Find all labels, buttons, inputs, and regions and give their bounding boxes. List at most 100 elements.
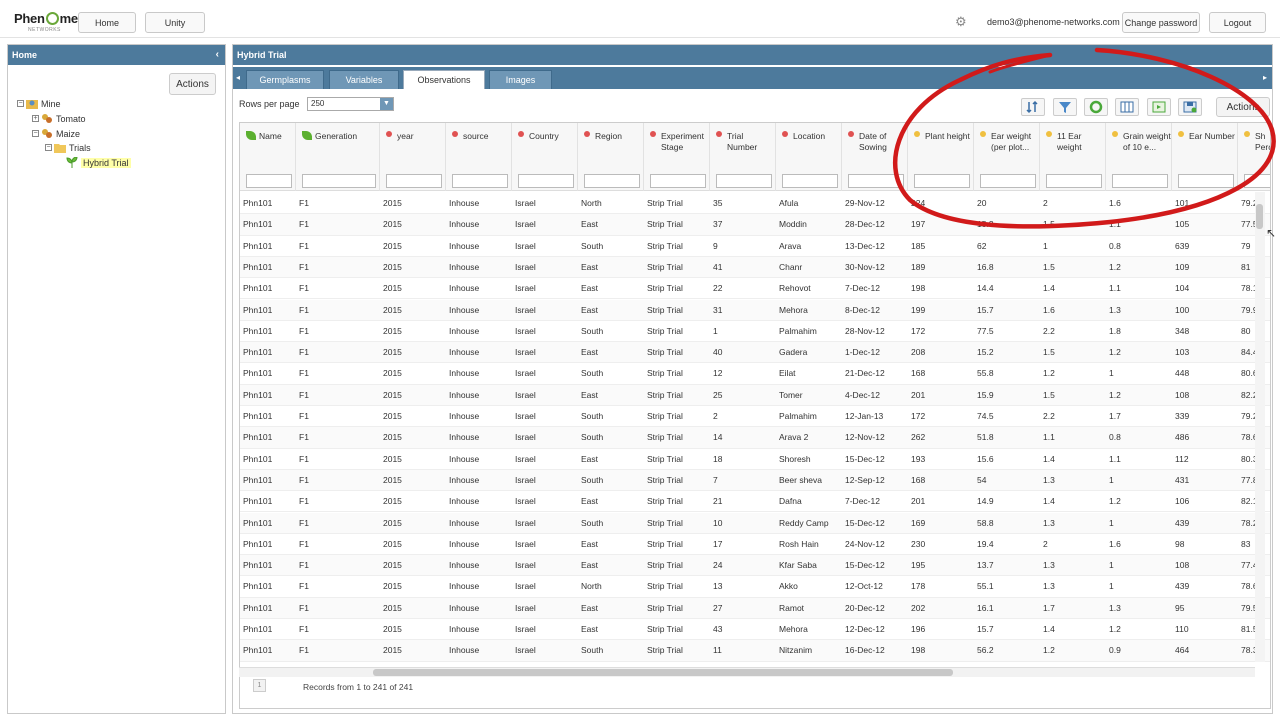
gear-icon[interactable]: ⚙ xyxy=(955,15,967,28)
table-cell[interactable]: 1.1 xyxy=(1106,278,1172,299)
table-cell[interactable]: 51.8 xyxy=(974,427,1040,448)
table-cell[interactable]: Inhouse xyxy=(446,576,512,597)
table-cell[interactable]: Israel xyxy=(512,640,578,661)
table-cell[interactable]: 2015 xyxy=(380,300,446,321)
table-row[interactable]: Phn101 F1 2015 Inhouse Israel North Strip Tria… xyxy=(240,193,1270,215)
table-cell[interactable]: 168 xyxy=(908,470,974,491)
table-cell[interactable]: 58.8 xyxy=(974,513,1040,534)
table-cell[interactable]: 106 xyxy=(1172,491,1238,512)
table-row[interactable]: Phn101 F1 2015 Inhouse Israel South Strip Tria… xyxy=(240,363,1270,385)
table-cell[interactable]: North xyxy=(578,193,644,214)
table-cell[interactable]: 1.2 xyxy=(1106,491,1172,512)
table-cell[interactable]: Inhouse xyxy=(446,278,512,299)
table-cell[interactable]: Inhouse xyxy=(446,236,512,257)
table-row[interactable]: Phn101 F1 2015 Inhouse Israel South Strip Tria… xyxy=(240,512,1270,534)
table-cell[interactable]: 17 xyxy=(710,534,776,555)
table-cell[interactable]: Mehora xyxy=(776,619,842,640)
table-cell[interactable]: 14.4 xyxy=(974,278,1040,299)
table-cell[interactable]: 20 xyxy=(974,193,1040,214)
table-cell[interactable]: 24 xyxy=(710,555,776,576)
collapse-sidebar-icon[interactable]: ‹ xyxy=(216,45,219,65)
column-header[interactable]: Experiment Stage xyxy=(644,123,710,191)
table-cell[interactable]: 2015 xyxy=(380,257,446,278)
table-cell[interactable]: 2015 xyxy=(380,470,446,491)
table-cell[interactable]: 2.2 xyxy=(1040,406,1106,427)
table-cell[interactable]: East xyxy=(578,300,644,321)
table-cell[interactable]: 1.6 xyxy=(1106,193,1172,214)
table-cell[interactable]: 1.1 xyxy=(1106,214,1172,235)
table-row[interactable]: Phn101 F1 2015 Inhouse Israel East Strip Trial… xyxy=(240,342,1270,364)
column-filter-input[interactable] xyxy=(386,174,442,188)
table-cell[interactable]: F1 xyxy=(296,534,380,555)
table-cell[interactable]: East xyxy=(578,385,644,406)
table-cell[interactable]: 168 xyxy=(908,363,974,384)
table-cell[interactable]: 1.3 xyxy=(1040,555,1106,576)
table-cell[interactable]: Palmahim xyxy=(776,321,842,342)
table-row[interactable]: Phn101 F1 2015 Inhouse Israel East Strip Trial… xyxy=(240,491,1270,513)
table-cell[interactable]: 21 xyxy=(710,491,776,512)
table-cell[interactable]: F1 xyxy=(296,385,380,406)
table-cell[interactable]: 1-Dec-12 xyxy=(842,342,908,363)
table-cell[interactable]: 201 xyxy=(908,491,974,512)
table-cell[interactable]: 2015 xyxy=(380,363,446,384)
table-cell[interactable]: 198 xyxy=(908,278,974,299)
table-cell[interactable]: Phn101 xyxy=(240,534,296,555)
table-cell[interactable]: 1.4 xyxy=(1040,449,1106,470)
table-cell[interactable]: 29-Nov-12 xyxy=(842,193,908,214)
table-cell[interactable]: 262 xyxy=(908,427,974,448)
table-cell[interactable]: East xyxy=(578,449,644,470)
table-cell[interactable]: Ramot xyxy=(776,598,842,619)
table-cell[interactable]: Arava 2 xyxy=(776,427,842,448)
table-cell[interactable]: 202 xyxy=(908,598,974,619)
collapse-icon[interactable]: − xyxy=(45,144,52,151)
filter-icon[interactable] xyxy=(1053,98,1077,116)
table-cell[interactable]: Israel xyxy=(512,576,578,597)
change-password-button[interactable]: Change password xyxy=(1122,12,1200,33)
table-cell[interactable]: Israel xyxy=(512,598,578,619)
table-cell[interactable]: Israel xyxy=(512,342,578,363)
table-row[interactable]: Phn101 F1 2015 Inhouse Israel East Strip Trial… xyxy=(240,449,1270,470)
table-cell[interactable]: 21-Dec-12 xyxy=(842,363,908,384)
column-header[interactable]: Plant height xyxy=(908,123,974,191)
table-cell[interactable]: 2015 xyxy=(380,278,446,299)
table-cell[interactable]: F1 xyxy=(296,257,380,278)
table-cell[interactable]: 101 xyxy=(1172,193,1238,214)
table-cell[interactable]: 1 xyxy=(1106,470,1172,491)
table-cell[interactable]: 348 xyxy=(1172,321,1238,342)
table-cell[interactable]: East xyxy=(578,491,644,512)
tab-variables[interactable]: Variables xyxy=(329,70,399,89)
tab-germplasms[interactable]: Germplasms xyxy=(246,70,324,89)
table-cell[interactable]: 103 xyxy=(1172,342,1238,363)
table-cell[interactable]: Rosh Hain xyxy=(776,534,842,555)
table-cell[interactable]: South xyxy=(578,513,644,534)
table-cell[interactable]: 2015 xyxy=(380,449,446,470)
column-header[interactable]: Location xyxy=(776,123,842,191)
columns-icon[interactable] xyxy=(1115,98,1139,116)
table-row[interactable]: Phn101 F1 2015 Inhouse Israel East Strip Trial… xyxy=(240,597,1270,619)
table-cell[interactable]: 208 xyxy=(908,342,974,363)
table-cell[interactable]: Nitzanim xyxy=(776,640,842,661)
table-cell[interactable]: 16.1 xyxy=(974,598,1040,619)
unity-button[interactable]: Unity xyxy=(145,12,205,33)
table-cell[interactable]: 1 xyxy=(710,321,776,342)
table-cell[interactable]: Israel xyxy=(512,513,578,534)
table-cell[interactable]: Israel xyxy=(512,427,578,448)
column-header[interactable]: Ear Number xyxy=(1172,123,1238,191)
table-cell[interactable]: Strip Trial xyxy=(644,555,710,576)
column-filter-input[interactable] xyxy=(1178,174,1234,188)
table-cell[interactable]: 2015 xyxy=(380,534,446,555)
table-cell[interactable]: 37 xyxy=(710,214,776,235)
table-cell[interactable]: Inhouse xyxy=(446,640,512,661)
table-cell[interactable]: 230 xyxy=(908,534,974,555)
table-cell[interactable]: 2015 xyxy=(380,214,446,235)
table-cell[interactable]: 15-Dec-12 xyxy=(842,513,908,534)
table-cell[interactable]: 15.7 xyxy=(974,619,1040,640)
table-cell[interactable]: 439 xyxy=(1172,513,1238,534)
table-cell[interactable]: Dafna xyxy=(776,491,842,512)
table-cell[interactable]: 2015 xyxy=(380,555,446,576)
table-cell[interactable]: 169 xyxy=(908,513,974,534)
expand-icon[interactable]: + xyxy=(32,115,39,122)
column-filter-input[interactable] xyxy=(914,174,970,188)
table-cell[interactable]: 109 xyxy=(1172,257,1238,278)
table-cell[interactable]: Strip Trial xyxy=(644,619,710,640)
